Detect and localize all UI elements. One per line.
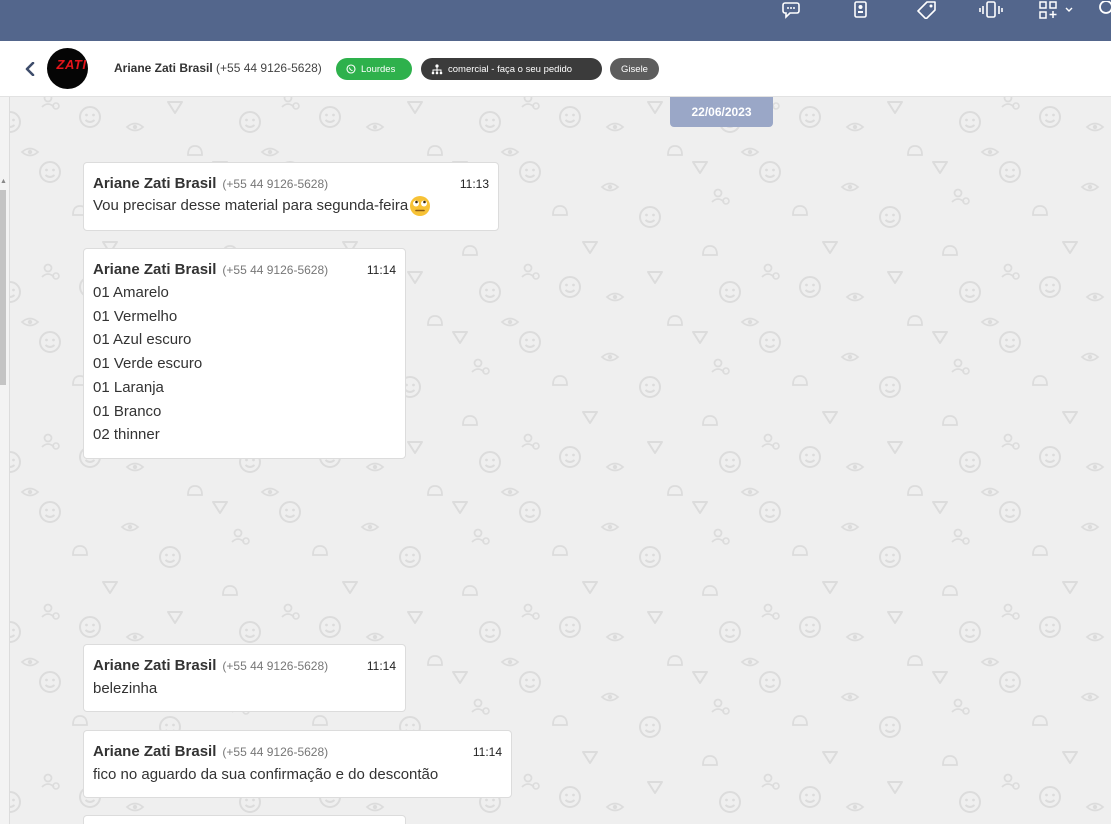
channel-tag-label: Lourdes — [361, 63, 396, 75]
contact-avatar[interactable]: ZATI — [47, 48, 88, 89]
contact-phone: (+55 44 9126-5628) — [216, 61, 322, 75]
message-line: 01 Azul escuro — [93, 331, 192, 349]
contact-name: Ariane Zati Brasil — [114, 61, 213, 75]
left-scrollbar[interactable] — [0, 190, 6, 385]
chevron-left-icon — [25, 62, 35, 76]
assigned-user-label: Gisele — [621, 63, 648, 75]
message-sender-phone: (+55 44 9126-5628) — [222, 177, 329, 191]
chat-header: ZATI Ariane Zati Brasil (+55 44 9126-562… — [0, 41, 1111, 97]
message-line: 01 Laranja — [93, 378, 164, 396]
message-sender: Ariane Zati Brasil — [93, 175, 217, 192]
search-icon[interactable] — [1096, 0, 1111, 20]
message-bubble[interactable]: Ariane Zati Brasil (+55 44 9126-5628) 11… — [83, 162, 499, 231]
message-bubble[interactable]: Ariane Zati Brasil (+55 44 9126-5628) 11… — [83, 644, 406, 712]
message-time: 11:14 — [366, 659, 396, 673]
message-line: 02 thinner — [93, 426, 160, 444]
top-navigation-bar — [0, 0, 1111, 41]
rolling-eyes-emoji-icon — [410, 196, 431, 217]
message-sender: Ariane Zati Brasil — [93, 657, 217, 674]
date-separator: 22/06/2023 — [670, 97, 773, 127]
message-line: Vou precisar desse material para segunda… — [93, 197, 409, 214]
apps-add-icon[interactable] — [1036, 0, 1062, 20]
message-bubble[interactable]: Ariane Zati Brasil (+55 44 9126-5628) 11… — [83, 248, 406, 459]
message-sender-phone: (+55 44 9126-5628) — [222, 745, 329, 759]
message-text: fico no aguardo da sua confirmação e do … — [93, 763, 502, 787]
message-time: 11:14 — [366, 263, 396, 277]
sitemap-icon — [431, 63, 443, 75]
message-bubble-partial[interactable] — [83, 815, 406, 824]
department-tag[interactable]: comercial - faça o seu pedido — [421, 58, 602, 80]
assigned-user-tag[interactable]: Gisele — [610, 58, 659, 80]
chat-bubbles-icon[interactable] — [781, 0, 807, 20]
contact-card-icon[interactable] — [847, 0, 873, 20]
message-line: belezinha — [93, 680, 158, 697]
message-time: 11:14 — [472, 745, 502, 759]
channel-tag[interactable]: Lourdes — [336, 58, 412, 80]
phone-vibrate-icon[interactable] — [978, 0, 1004, 20]
department-tag-label: comercial - faça o seu pedido — [448, 63, 573, 75]
message-text: Vou precisar desse material para segunda… — [93, 194, 489, 218]
message-time: 11:13 — [459, 177, 489, 191]
message-text: belezinha — [93, 677, 396, 701]
message-sender-phone: (+55 44 9126-5628) — [222, 659, 329, 673]
message-sender: Ariane Zati Brasil — [93, 743, 217, 760]
message-line: 01 Verde escuro — [93, 355, 203, 373]
message-line: 01 Branco — [93, 402, 162, 420]
message-sender-phone: (+55 44 9126-5628) — [222, 263, 329, 277]
chevron-down-icon[interactable] — [1062, 0, 1076, 20]
message-line: 01 Amarelo — [93, 284, 169, 301]
message-bubble[interactable]: Ariane Zati Brasil (+55 44 9126-5628) 11… — [83, 730, 512, 798]
message-sender: Ariane Zati Brasil — [93, 261, 217, 278]
contact-info: Ariane Zati Brasil (+55 44 9126-5628) — [114, 61, 322, 75]
whatsapp-icon — [346, 64, 356, 74]
message-text: 01 Amarelo 01 Vermelho 01 Azul escuro 01… — [93, 281, 396, 447]
message-line: fico no aguardo da sua confirmação e do … — [93, 766, 439, 783]
zati-logo: ZATI — [56, 57, 87, 72]
tag-icon[interactable] — [914, 0, 940, 20]
message-line: 01 Vermelho — [93, 307, 178, 325]
scroll-up-arrow-icon[interactable]: ▲ — [0, 178, 7, 185]
back-button[interactable] — [20, 58, 40, 80]
